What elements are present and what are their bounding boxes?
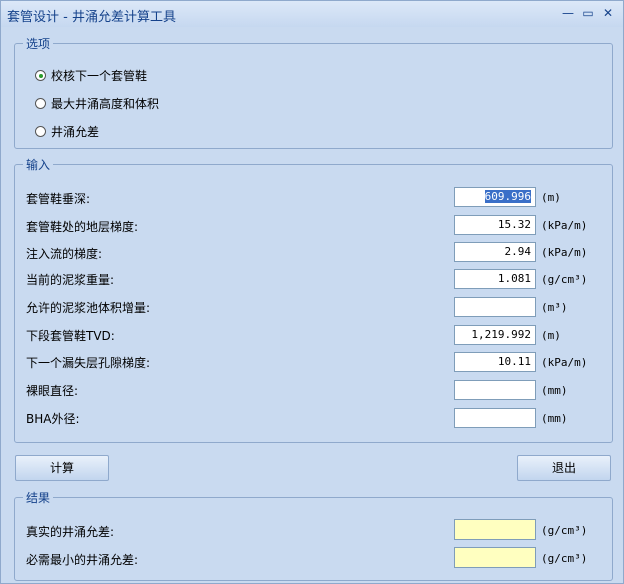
radio-option-max-kick-height[interactable]: 最大井涌高度和体积	[35, 95, 159, 112]
calculate-button[interactable]: 计算	[15, 455, 109, 481]
options-group: 选项 校核下一个套管鞋 最大井涌高度和体积 井涌允差	[14, 35, 613, 149]
title-bar: 套管设计 - 井涌允差计算工具 — ▭ ✕	[1, 1, 623, 27]
radio-button[interactable]	[35, 126, 46, 137]
unit-label: (kPa/m)	[541, 356, 588, 369]
radio-option-check-next-shoe[interactable]: 校核下一个套管鞋	[35, 67, 147, 84]
input-group: 输入 套管鞋垂深: 609.996 (m) 套管鞋处的地层梯度: 15.32 (…	[14, 156, 613, 443]
result-label: 必需最小的井涌允差:	[26, 553, 139, 567]
bha-od-input[interactable]	[454, 408, 536, 428]
unit-label: (g/cm³)	[541, 273, 588, 286]
unit-label: (m)	[541, 329, 561, 342]
window-controls: — ▭ ✕	[561, 5, 615, 21]
unit-label: (g/cm³)	[541, 552, 588, 565]
close-button[interactable]: ✕	[601, 5, 615, 21]
options-legend: 选项	[23, 35, 54, 52]
unit-label: (g/cm³)	[541, 524, 588, 537]
actual-kick-tolerance-output	[454, 519, 536, 540]
result-label: 真实的井涌允差:	[26, 525, 115, 539]
unit-label: (m³)	[541, 301, 568, 314]
pit-gain-input[interactable]	[454, 297, 536, 317]
hole-diameter-input[interactable]	[454, 380, 536, 400]
field-label: 套管鞋垂深:	[26, 192, 91, 206]
radio-button[interactable]	[35, 98, 46, 109]
field-label: 下段套管鞋TVD:	[26, 329, 115, 343]
unit-label: (mm)	[541, 412, 568, 425]
window-title: 套管设计 - 井涌允差计算工具	[7, 10, 176, 25]
field-label: 注入流的梯度:	[26, 247, 103, 261]
pore-gradient-input[interactable]: 10.11	[454, 352, 536, 372]
radio-label: 井涌允差	[51, 125, 100, 139]
unit-label: (kPa/m)	[541, 219, 588, 232]
field-label: 裸眼直径:	[26, 384, 79, 398]
app-window: 套管设计 - 井涌允差计算工具 — ▭ ✕ 选项 校核下一个套管鞋 最大井涌高度…	[0, 0, 624, 584]
field-label: 套管鞋处的地层梯度:	[26, 220, 139, 234]
results-group: 结果 真实的井涌允差: (g/cm³) 必需最小的井涌允差: (g/cm³)	[14, 489, 613, 581]
unit-label: (mm)	[541, 384, 568, 397]
input-legend: 输入	[23, 156, 54, 173]
results-legend: 结果	[23, 489, 54, 506]
unit-label: (kPa/m)	[541, 246, 588, 259]
exit-button[interactable]: 退出	[517, 455, 611, 481]
input-value: 609.996	[484, 190, 531, 203]
field-label: 当前的泥浆重量:	[26, 273, 115, 287]
influx-gradient-input[interactable]: 2.94	[454, 242, 536, 262]
field-label: BHA外径:	[26, 412, 80, 426]
next-shoe-tvd-input[interactable]: 1,219.992	[454, 325, 536, 345]
mud-weight-input[interactable]: 1.081	[454, 269, 536, 289]
radio-label: 最大井涌高度和体积	[51, 97, 160, 111]
unit-label: (m)	[541, 191, 561, 204]
min-kick-tolerance-output	[454, 547, 536, 568]
formation-gradient-input[interactable]: 15.32	[454, 215, 536, 235]
radio-label: 校核下一个套管鞋	[51, 69, 148, 83]
radio-button[interactable]	[35, 70, 46, 81]
radio-option-kick-tolerance[interactable]: 井涌允差	[35, 123, 99, 140]
field-label: 允许的泥浆池体积增量:	[26, 301, 151, 315]
minimize-button[interactable]: —	[561, 5, 575, 21]
maximize-button[interactable]: ▭	[581, 5, 595, 21]
field-label: 下一个漏失层孔隙梯度:	[26, 356, 151, 370]
shoe-tvd-input[interactable]: 609.996	[454, 187, 536, 207]
